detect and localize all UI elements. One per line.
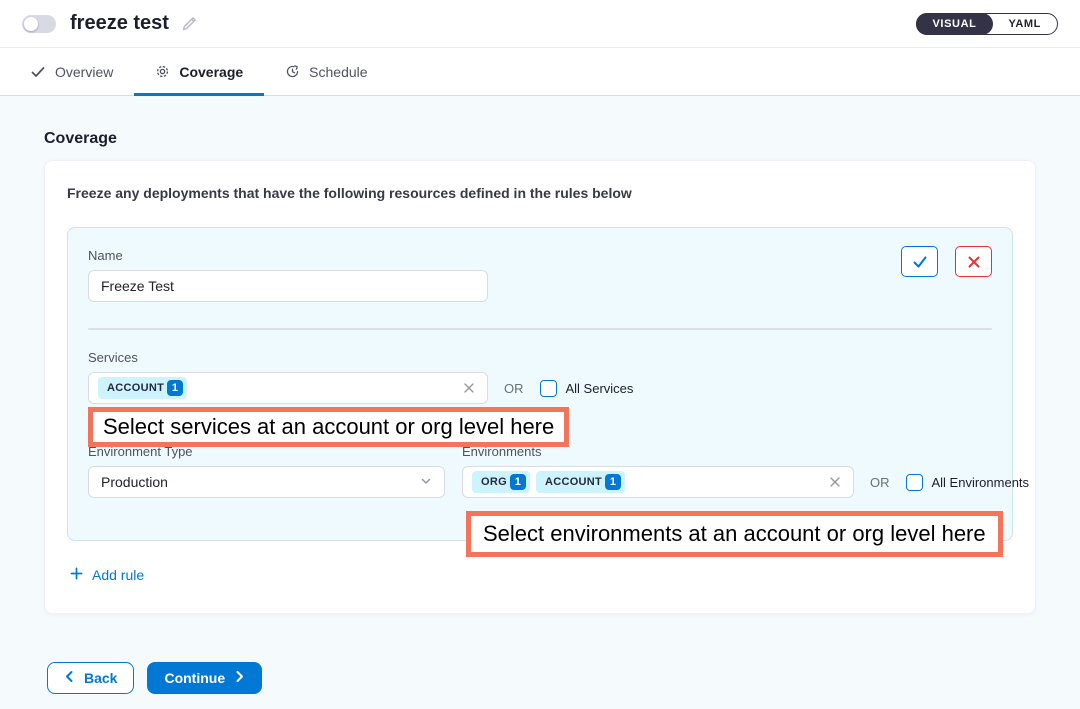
- name-label: Name: [88, 248, 992, 263]
- annotation-environments: Select environments at an account or org…: [466, 511, 1003, 557]
- coverage-instruction: Freeze any deployments that have the fol…: [67, 185, 1013, 201]
- confirm-rule-button[interactable]: [901, 246, 938, 277]
- services-tag-text: ACCOUNT: [107, 382, 164, 394]
- main-content: Coverage Freeze any deployments that hav…: [0, 96, 1080, 694]
- edit-pencil-icon[interactable]: [181, 15, 198, 32]
- tab-coverage-label: Coverage: [179, 64, 243, 80]
- environment-type-value: Production: [101, 474, 168, 490]
- visual-segment[interactable]: VISUAL: [916, 13, 994, 35]
- gear-icon: [155, 64, 170, 79]
- all-services-label: All Services: [566, 381, 634, 396]
- chevron-down-icon: [420, 474, 432, 490]
- visual-yaml-toggle: VISUAL YAML: [916, 13, 1059, 35]
- toggle-knob: [24, 17, 38, 31]
- yaml-segment[interactable]: YAML: [991, 13, 1058, 35]
- tab-overview-label: Overview: [55, 64, 113, 80]
- delete-rule-button[interactable]: [955, 246, 992, 277]
- continue-button[interactable]: Continue: [147, 662, 262, 694]
- environments-multiselect[interactable]: ORG 1 ACCOUNT 1: [462, 466, 854, 498]
- environments-tag-count: 1: [605, 474, 621, 490]
- all-environments-checkbox[interactable]: [906, 474, 923, 491]
- tab-overview[interactable]: Overview: [30, 48, 134, 95]
- services-tag-account[interactable]: ACCOUNT 1: [98, 377, 187, 399]
- chevron-left-icon: [64, 670, 75, 686]
- environment-type-select[interactable]: Production: [88, 466, 445, 498]
- tab-schedule[interactable]: Schedule: [264, 48, 388, 95]
- plus-icon: [70, 567, 83, 583]
- all-services-checkbox[interactable]: [540, 380, 557, 397]
- rule-divider: [88, 328, 992, 330]
- services-multiselect[interactable]: ACCOUNT 1: [88, 372, 488, 404]
- services-or-label: OR: [504, 381, 524, 396]
- check-icon: [30, 64, 46, 80]
- tab-coverage[interactable]: Coverage: [134, 48, 264, 95]
- freeze-enabled-toggle[interactable]: [22, 15, 56, 33]
- header: freeze test VISUAL YAML: [0, 0, 1080, 48]
- environments-tag-text: ORG: [481, 476, 507, 488]
- services-clear-icon[interactable]: [461, 380, 477, 396]
- environments-or-label: OR: [870, 475, 890, 490]
- add-rule-link[interactable]: Add rule: [70, 567, 144, 583]
- wizard-footer: Back Continue: [47, 662, 1080, 694]
- environments-tag-count: 1: [510, 474, 526, 490]
- environments-tag-org[interactable]: ORG 1: [472, 471, 530, 493]
- add-rule-label: Add rule: [92, 567, 144, 583]
- tab-schedule-label: Schedule: [309, 64, 367, 80]
- rule-actions: [901, 246, 992, 277]
- environments-tag-text: ACCOUNT: [545, 476, 602, 488]
- rule-panel: Name Services: [67, 227, 1013, 541]
- continue-button-label: Continue: [164, 670, 225, 686]
- rule-name-input[interactable]: [88, 270, 488, 302]
- environments-tag-account[interactable]: ACCOUNT 1: [536, 471, 625, 493]
- back-button-label: Back: [84, 670, 117, 686]
- clock-history-icon: [285, 64, 300, 79]
- tab-bar: Overview Coverage Schedule: [0, 48, 1080, 96]
- annotation-services: Select services at an account or org lev…: [88, 407, 569, 447]
- freeze-title: freeze test: [70, 12, 169, 35]
- all-environments-label: All Environments: [932, 475, 1030, 490]
- services-tag-count: 1: [167, 380, 183, 396]
- section-title: Coverage: [44, 130, 1080, 148]
- environments-clear-icon[interactable]: [827, 474, 843, 490]
- services-label: Services: [88, 350, 992, 365]
- chevron-right-icon: [234, 670, 245, 686]
- back-button[interactable]: Back: [47, 662, 134, 694]
